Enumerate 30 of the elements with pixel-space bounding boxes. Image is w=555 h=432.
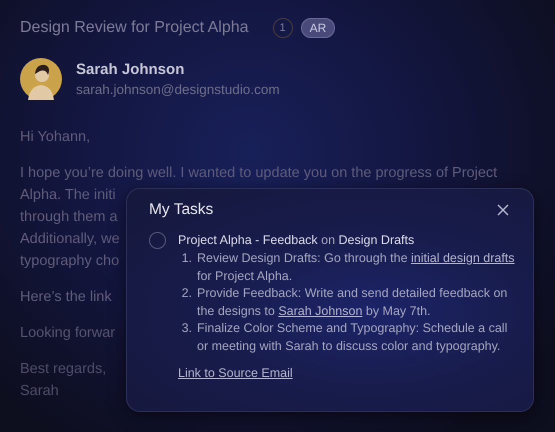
- step-number: 2.: [180, 285, 192, 302]
- inline-link[interactable]: initial design drafts: [411, 251, 515, 265]
- avatar-icon: [20, 58, 62, 100]
- body-text: typography cho: [20, 252, 120, 271]
- close-button[interactable]: [495, 202, 511, 218]
- close-icon: [497, 204, 509, 216]
- task-checkbox[interactable]: [149, 232, 166, 249]
- sender-name: Sarah Johnson: [76, 61, 186, 78]
- count-badge: 1: [272, 18, 293, 38]
- body-text: Additionally, we: [20, 230, 120, 249]
- panel-title: My Tasks: [149, 201, 214, 219]
- initials-badge[interactable]: AR: [300, 18, 336, 38]
- body-text: Hi Yohann,: [20, 128, 90, 147]
- body-text: Alpha. The initi: [20, 186, 116, 205]
- source-link[interactable]: Link to Source Email: [178, 366, 293, 380]
- inline-link[interactable]: Sarah Johnson: [278, 304, 362, 318]
- step-number: 1.: [180, 250, 192, 267]
- email-subject: Design Review for Project Alpha: [20, 19, 249, 37]
- step-number: 3.: [180, 320, 192, 338]
- body-text: Looking forwar: [20, 324, 116, 343]
- step-text: Finalize Color Scheme and Typography: Schedule a call or meeting with Sarah to discuss color and typography.: [197, 320, 508, 355]
- task-title: Project Alpha - Feedback on Design Drafts: [178, 232, 416, 249]
- body-text: I hope you’re doing well. I wanted to update you on the progress of Project: [20, 164, 498, 183]
- step-text: Provide Feedback: Write and send detailed feedback on the designs to Sarah Johnson by May 7th.: [197, 285, 508, 320]
- body-text: Best regards,: [20, 360, 106, 379]
- body-text: Here’s the link: [20, 288, 112, 307]
- sender-email: sarah.johnson@designstudio.com: [76, 82, 280, 97]
- step-text: Review Design Drafts: Go through the initial design drafts for Project Alpha.: [197, 250, 515, 285]
- body-text: through them a: [20, 208, 118, 227]
- body-text: Sarah: [20, 382, 59, 401]
